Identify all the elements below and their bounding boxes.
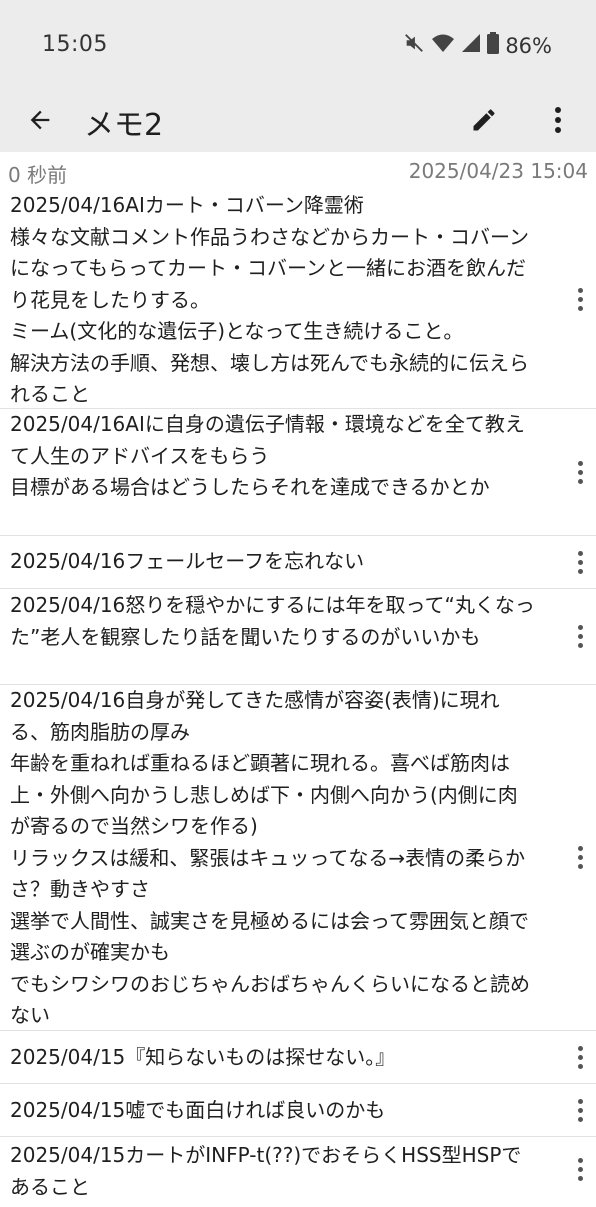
list-item-text: 2025/04/15『知らないものは探せない。』 [10,1045,396,1069]
wifi-icon [431,32,455,59]
back-button[interactable] [18,98,62,142]
meta-row: 0 秒前 2025/04/23 15:04 [0,152,596,190]
list-item-text: 2025/04/16AIに自身の遺伝子情報・環境などを全て教えて人生のアドバイス… [10,412,525,499]
more-options-button[interactable] [536,98,580,142]
page-title: メモ2 [84,108,164,143]
relative-time: 0 秒前 [8,163,68,187]
list-item[interactable]: 2025/04/15嘘でも面白ければ良いのかも [0,1084,596,1137]
list-item-text: 2025/04/15カートがINFP-t(??)でおそらくHSS型HSPであるこ… [10,1143,522,1199]
list-item[interactable]: 2025/04/16フェールセーフを忘れない [0,536,596,589]
memo-list: 2025/04/16AIカート・コバーン降霊術 様々な文献コメント作品うわさなど… [0,190,596,1207]
arrow-back-icon [30,110,50,130]
app-bar: メモ2 [0,90,596,152]
battery-icon [487,32,500,59]
timestamp: 2025/04/23 15:04 [408,159,588,183]
item-menu-button[interactable] [568,546,592,578]
more-vert-icon [555,107,561,133]
item-menu-button[interactable] [568,621,592,653]
signal-icon [461,32,481,59]
status-bar: 15:05 86% [0,0,596,90]
list-item-text: 2025/04/16怒りを穏やかにするには年を取って“丸くなった”老人を観察した… [10,593,535,649]
item-menu-button[interactable] [568,1153,592,1185]
item-menu-button[interactable] [568,456,592,488]
item-menu-button[interactable] [568,283,592,315]
list-item[interactable]: 2025/04/15カートがINFP-t(??)でおそらくHSS型HSPであるこ… [0,1137,596,1207]
list-item[interactable]: 2025/04/16AIカート・コバーン降霊術 様々な文献コメント作品うわさなど… [0,190,596,409]
battery-percent: 86% [505,33,552,58]
item-menu-button[interactable] [568,1041,592,1073]
item-menu-button[interactable] [568,842,592,874]
edit-button[interactable] [462,98,506,142]
pencil-icon [473,109,495,131]
mute-icon [403,32,425,59]
status-icons: 86% [403,32,552,59]
item-menu-button[interactable] [568,1094,592,1126]
list-item-text: 2025/04/15嘘でも面白ければ良いのかも [10,1098,386,1122]
status-time: 15:05 [42,32,108,57]
list-item-text: 2025/04/16フェールセーフを忘れない [10,549,365,573]
list-item-text: 2025/04/16自身が発してきた感情が容姿(表情)に現れる、筋肉脂肪の厚み … [10,688,530,1027]
list-item[interactable]: 2025/04/16AIに自身の遺伝子情報・環境などを全て教えて人生のアドバイス… [0,409,596,536]
list-item[interactable]: 2025/04/16自身が発してきた感情が容姿(表情)に現れる、筋肉脂肪の厚み … [0,685,596,1031]
list-item-text: 2025/04/16AIカート・コバーン降霊術 様々な文献コメント作品うわさなど… [10,193,529,406]
list-item[interactable]: 2025/04/15『知らないものは探せない。』 [0,1031,596,1084]
list-item[interactable]: 2025/04/16怒りを穏やかにするには年を取って“丸くなった”老人を観察した… [0,589,596,685]
